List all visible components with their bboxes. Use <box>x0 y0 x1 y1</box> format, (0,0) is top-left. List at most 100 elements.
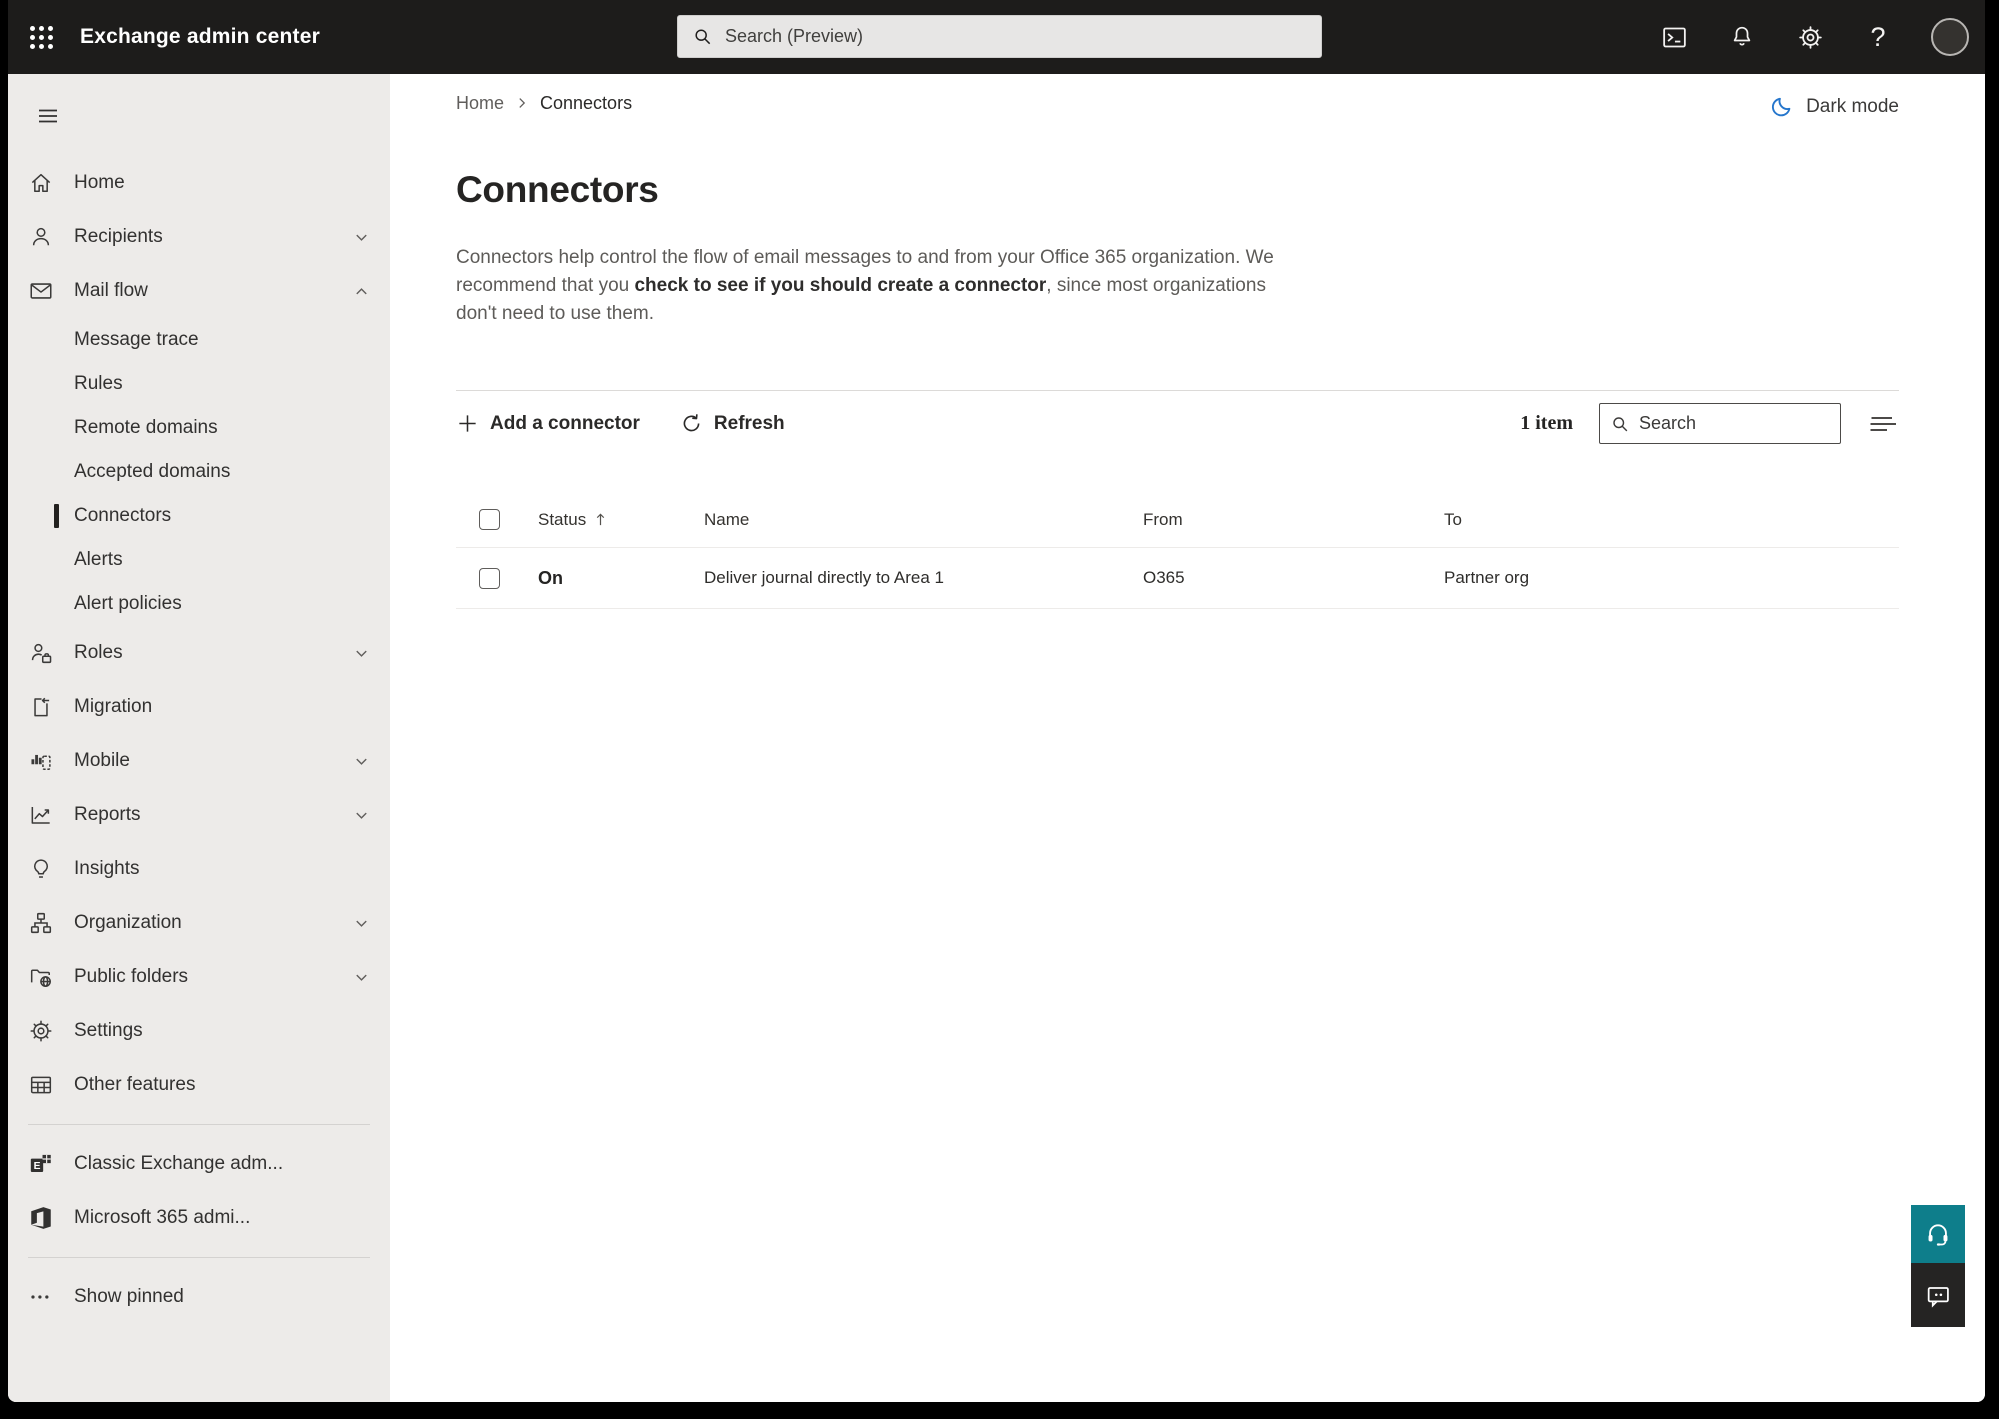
ellipsis-icon <box>28 1284 54 1310</box>
nav-collapse-button[interactable] <box>26 96 70 136</box>
mail-icon <box>28 278 54 304</box>
column-header-from[interactable]: From <box>1143 510 1444 530</box>
sidebar-item-show-pinned[interactable]: Show pinned <box>8 1270 390 1324</box>
terminal-icon <box>1662 27 1686 47</box>
connector-status: On <box>538 567 563 588</box>
mobile-stats-icon <box>28 748 54 774</box>
sidebar-item-label: Organization <box>74 912 182 933</box>
filter-lines-icon <box>1870 416 1896 431</box>
sidebar-item-label: Roles <box>74 642 123 663</box>
account-avatar[interactable] <box>1931 18 1969 56</box>
breadcrumb-separator-icon <box>519 98 526 108</box>
sidebar-item-settings[interactable]: Settings <box>8 1004 390 1058</box>
breadcrumb-current: Connectors <box>540 92 633 113</box>
refresh-icon <box>683 414 700 432</box>
item-count: 1 item <box>1520 412 1573 434</box>
page-title: Connectors <box>456 169 659 210</box>
main-content: Home Connectors Dark mode Connectors Con… <box>390 74 1985 1402</box>
chevron-down-icon <box>352 752 370 770</box>
app-launcher-button[interactable] <box>18 0 64 74</box>
sidebar-item-label: Public folders <box>74 966 189 987</box>
sidebar-item-rules[interactable]: Rules <box>8 362 390 406</box>
sidebar-item-label: Message trace <box>74 329 199 350</box>
sidebar-item-label: Classic Exchange adm... <box>74 1153 284 1174</box>
sidebar-item-label: Remote domains <box>74 417 218 438</box>
filter-button[interactable] <box>1867 408 1899 440</box>
app-title: Exchange admin center <box>80 25 320 48</box>
add-connector-button[interactable]: Add a connector <box>456 412 640 435</box>
sidebar-item-label: Migration <box>74 696 153 717</box>
sidebar-item-roles[interactable]: Roles <box>8 626 390 680</box>
sidebar-item-label: Insights <box>74 858 140 879</box>
connector-from: O365 <box>1143 568 1185 587</box>
header-checkbox-cell <box>456 509 538 530</box>
sidebar-item-remote-domains[interactable]: Remote domains <box>8 406 390 450</box>
sidebar-item-label: Rules <box>74 373 123 394</box>
list-search-input[interactable] <box>1639 413 1830 434</box>
cloud-shell-button[interactable] <box>1659 22 1689 52</box>
chevron-down-icon <box>352 914 370 932</box>
moon-icon <box>1772 97 1791 117</box>
gear-icon <box>1798 25 1822 49</box>
select-all-checkbox[interactable] <box>479 509 500 530</box>
sidebar-item-connectors[interactable]: Connectors <box>8 494 390 538</box>
sidebar-item-other-features[interactable]: Other features <box>8 1058 390 1112</box>
column-header-to[interactable]: To <box>1444 510 1899 530</box>
chat-bubble-icon <box>1927 1287 1949 1308</box>
chevron-down-icon <box>352 806 370 824</box>
breadcrumb: Home Connectors <box>456 86 1899 120</box>
sidebar-item-public-folders[interactable]: Public folders <box>8 950 390 1004</box>
sidebar-item-organization[interactable]: Organization <box>8 896 390 950</box>
org-chart-icon <box>28 910 54 936</box>
feedback-button[interactable] <box>1911 1263 1965 1327</box>
add-connector-label: Add a connector <box>490 412 640 434</box>
question-mark-icon: ? <box>1870 21 1886 52</box>
connector-name[interactable]: Deliver journal directly to Area 1 <box>704 568 1143 588</box>
notifications-button[interactable] <box>1727 22 1757 52</box>
sidebar-item-mail-flow[interactable]: Mail flow <box>8 264 390 318</box>
refresh-button[interactable]: Refresh <box>680 412 785 435</box>
sidebar-item-migration[interactable]: Migration <box>8 680 390 734</box>
chevron-down-icon <box>352 644 370 662</box>
folder-globe-icon <box>28 964 54 990</box>
breadcrumb-home-link[interactable]: Home <box>456 93 504 114</box>
sidebar-item-accepted-domains[interactable]: Accepted domains <box>8 450 390 494</box>
nav-list: Home Recipients Mail flow Message trace … <box>8 156 390 1324</box>
connectors-table: Status Name From To On Deliver journal d… <box>456 492 1899 609</box>
column-header-name[interactable]: Name <box>704 510 1143 530</box>
sidebar-item-classic-exchange[interactable]: E Classic Exchange adm... <box>8 1137 390 1191</box>
sidebar-item-label: Alert policies <box>74 593 182 614</box>
sidebar-item-reports[interactable]: Reports <box>8 788 390 842</box>
sidebar-item-label: Mail flow <box>74 280 148 301</box>
table-header-row: Status Name From To <box>456 492 1899 548</box>
sidebar-item-home[interactable]: Home <box>8 156 390 210</box>
create-connector-link[interactable]: check to see if you should create a conn… <box>634 275 1046 296</box>
global-search-input[interactable] <box>725 26 1307 47</box>
sidebar-item-recipients[interactable]: Recipients <box>8 210 390 264</box>
sidebar-item-alerts[interactable]: Alerts <box>8 538 390 582</box>
table-row[interactable]: On Deliver journal directly to Area 1 O3… <box>456 548 1899 609</box>
support-button[interactable] <box>1911 1205 1965 1263</box>
svg-text:E: E <box>34 1161 41 1172</box>
sidebar-item-label: Accepted domains <box>74 461 231 482</box>
sidebar-item-m365-admin[interactable]: Microsoft 365 admi... <box>8 1191 390 1245</box>
dark-mode-toggle[interactable]: Dark mode <box>1770 94 1899 119</box>
column-header-status[interactable]: Status <box>538 510 704 530</box>
sidebar-item-alert-policies[interactable]: Alert policies <box>8 582 390 626</box>
home-icon <box>28 170 54 196</box>
row-checkbox[interactable] <box>479 567 500 589</box>
sidebar-item-label: Other features <box>74 1074 196 1095</box>
sidebar-item-mobile[interactable]: Mobile <box>8 734 390 788</box>
list-search-box[interactable] <box>1599 403 1841 444</box>
sidebar-item-insights[interactable]: Insights <box>8 842 390 896</box>
sidebar-item-label: Connectors <box>74 505 172 526</box>
help-button[interactable]: ? <box>1863 22 1893 52</box>
sidebar-item-label: Settings <box>74 1020 143 1041</box>
refresh-label: Refresh <box>713 412 785 434</box>
settings-button[interactable] <box>1795 22 1825 52</box>
connector-to: Partner org <box>1444 568 1530 587</box>
chevron-down-icon <box>352 968 370 986</box>
sidebar-item-message-trace[interactable]: Message trace <box>8 318 390 362</box>
chevron-up-icon <box>352 282 370 300</box>
global-search-box[interactable] <box>677 15 1322 58</box>
